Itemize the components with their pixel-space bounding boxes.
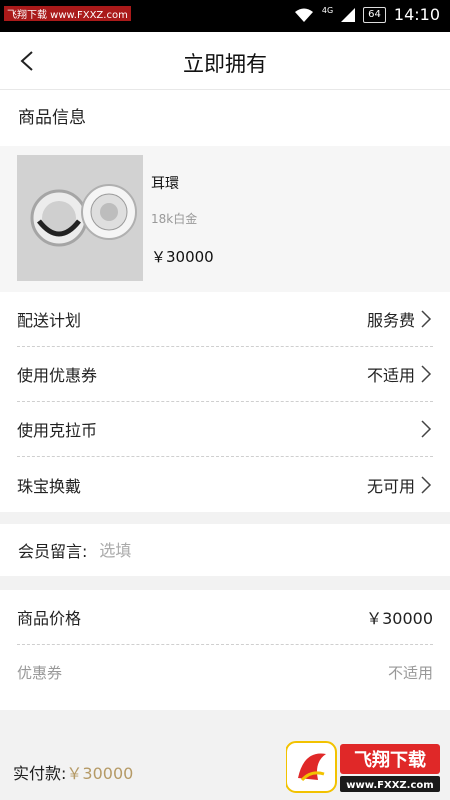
option-label: 使用优惠券: [17, 366, 98, 385]
goods-price-value: ￥30000: [366, 609, 433, 628]
page-title: 立即拥有: [183, 52, 267, 76]
order-options: 配送计划 服务费 使用优惠券 不适用 使用克拉币 珠宝换戴 无可用: [0, 292, 450, 512]
svg-text:www.FXXZ.com: www.FXXZ.com: [346, 780, 433, 791]
product-price: ￥30000: [151, 248, 214, 266]
option-value: 服务费: [366, 311, 415, 330]
status-bar: 飞翔下载 www.FXXZ.com 4G 64 14:10: [0, 0, 450, 32]
chevron-right-icon: [421, 310, 432, 328]
option-jewelry-exchange[interactable]: 珠宝换戴 无可用: [17, 457, 433, 512]
option-value: 不适用: [366, 366, 415, 385]
product-image: [17, 155, 143, 281]
actual-payment-amount: ￥30000: [66, 764, 134, 783]
option-coupon[interactable]: 使用优惠券 不适用: [17, 347, 433, 402]
coupon-label: 优惠券: [17, 664, 63, 682]
option-value: 无可用: [366, 476, 415, 496]
wifi-icon: [294, 8, 313, 22]
nav-bar: 立即拥有: [0, 32, 450, 90]
actual-payment-label: 实付款:: [13, 764, 67, 783]
watermark-text: 飞翔下载 www.FXXZ.com: [4, 6, 131, 21]
price-row-goods: 商品价格 ￥30000: [17, 590, 433, 645]
watermark-logo: 飞翔下载 www.FXXZ.com: [285, 740, 442, 794]
chevron-right-icon: [421, 420, 432, 438]
option-label: 使用克拉币: [17, 421, 98, 440]
member-message-label: 会员留言:: [18, 542, 88, 561]
option-carat-coins[interactable]: 使用克拉币: [17, 402, 433, 457]
product-info-heading: 商品信息: [0, 90, 450, 146]
signal-icon: [341, 7, 356, 22]
network-label: 4G: [321, 6, 334, 15]
chevron-right-icon: [421, 365, 432, 383]
product-spec: 18k白金: [151, 212, 198, 226]
member-message-row: 会员留言:: [0, 524, 450, 576]
status-icons: 4G 64 14:10: [294, 5, 440, 24]
battery-indicator: 64: [363, 6, 386, 23]
product-name: 耳環: [151, 176, 179, 192]
coupon-value: 不适用: [387, 664, 433, 682]
svg-text:飞翔下载: 飞翔下载: [354, 749, 426, 771]
option-delivery-plan[interactable]: 配送计划 服务费: [17, 292, 433, 347]
product-card[interactable]: 耳環 18k白金 ￥30000: [0, 146, 450, 292]
option-label: 珠宝换戴: [17, 476, 82, 496]
price-summary: 商品价格 ￥30000 优惠券 不适用: [0, 590, 450, 710]
option-label: 配送计划: [17, 311, 82, 330]
price-row-coupon: 优惠券 不适用: [17, 645, 433, 700]
clock: 14:10: [393, 5, 440, 24]
member-message-input[interactable]: [99, 540, 400, 560]
actual-payment: 实付款:￥30000: [13, 760, 133, 784]
goods-price-label: 商品价格: [17, 609, 82, 628]
chevron-right-icon: [421, 475, 432, 494]
